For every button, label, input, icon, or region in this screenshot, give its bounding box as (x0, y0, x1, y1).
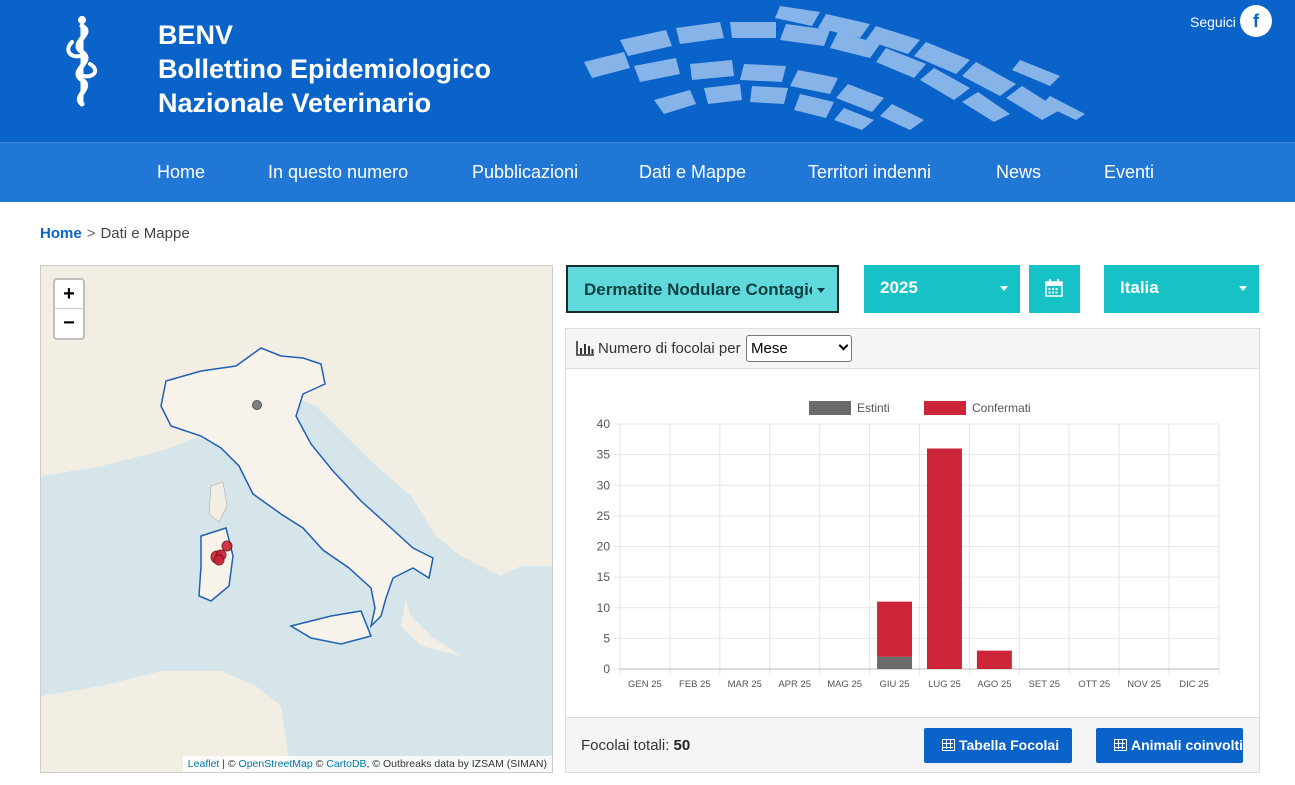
caduceus-icon[interactable] (60, 12, 104, 108)
cartodb-link[interactable]: CartoDB (326, 758, 366, 770)
outbreak-marker-confermato (213, 554, 225, 566)
y-tick-label: 20 (597, 540, 611, 554)
chevron-down-icon (838, 340, 849, 351)
region-dropdown-value: Italia (1120, 278, 1159, 297)
bar-confermati (926, 448, 962, 669)
bar-confermati (976, 650, 1012, 669)
chart-legend: Estinti Confermati (809, 401, 1031, 415)
nav-dati-e-mappe[interactable]: Dati e Mappe (639, 143, 746, 203)
y-tick-label: 30 (597, 478, 611, 492)
nav-in-questo-numero[interactable]: In questo numero (268, 143, 408, 203)
outbreak-marker-estinto (252, 400, 262, 410)
main-nav: Home In questo numero Pubblicazioni Dati… (0, 142, 1295, 202)
chevron-down-icon (1000, 286, 1008, 291)
map-canvas (41, 266, 552, 772)
outbreak-table-button[interactable]: Tabella Focolai (924, 728, 1072, 763)
total-outbreaks: Focolai totali: 50 (581, 737, 690, 754)
calendar-button[interactable] (1029, 265, 1080, 313)
breadcrumb-home[interactable]: Home (40, 225, 82, 242)
facebook-icon[interactable]: f (1240, 5, 1272, 37)
calendar-icon (1045, 279, 1063, 297)
nav-news[interactable]: News (996, 143, 1041, 203)
brand-line-3: Nazionale Veterinario (158, 88, 432, 118)
y-axis: 0 5 10 15 20 25 30 35 40 (597, 417, 611, 676)
bar-confermati (877, 601, 913, 657)
chevron-down-icon (817, 288, 825, 293)
group-by-select[interactable]: Mese (746, 335, 852, 362)
attribution-text: , © Outbreaks data by IZSAM (SIMAN) (366, 758, 547, 770)
x-tick-label: GIU 25 (879, 679, 909, 690)
chart-grid (614, 423, 1220, 675)
x-tick-label: NOV 25 (1127, 679, 1161, 690)
y-tick-label: 40 (597, 417, 611, 431)
leaflet-link[interactable]: Leaflet (188, 758, 220, 770)
x-tick-label: LUG 25 (928, 679, 961, 690)
year-dropdown[interactable]: 2025 (864, 265, 1020, 313)
map-attribution: Leaflet | © OpenStreetMap © CartoDB, © O… (182, 756, 552, 772)
animals-involved-label: Animali coinvolti (1131, 737, 1244, 753)
y-tick-label: 0 (603, 662, 610, 676)
table-icon (942, 739, 955, 751)
chart-title-prefix: Numero di focolai per (598, 340, 741, 357)
site-brand[interactable]: BENV Bollettino Epidemiologico Nazionale… (158, 18, 491, 120)
zoom-out-button[interactable]: − (55, 309, 83, 338)
panel-footer: Focolai totali: 50 Tabella Focolai Anima… (566, 717, 1259, 772)
y-tick-label: 35 (597, 448, 611, 462)
group-by-value: Mese (751, 340, 788, 357)
x-axis: GEN 25 FEB 25 MAR 25 APR 25 MAG 25 GIU 25 LUG … (628, 679, 1209, 690)
legend-label: Confermati (972, 401, 1031, 415)
y-tick-label: 5 (603, 631, 610, 645)
nav-pubblicazioni[interactable]: Pubblicazioni (472, 143, 578, 203)
outbreak-chart-panel: Numero di focolai per Mese Estinti Confer… (565, 328, 1260, 773)
year-dropdown-value: 2025 (880, 278, 918, 297)
x-tick-label: OTT 25 (1078, 679, 1110, 690)
attribution-separator: | © (219, 758, 239, 770)
header-decoration (584, 6, 1085, 130)
osm-link[interactable]: OpenStreetMap (239, 758, 313, 770)
x-tick-label: SET 25 (1029, 679, 1061, 690)
x-tick-label: AGO 25 (977, 679, 1011, 690)
breadcrumb-separator: > (86, 225, 96, 242)
region-dropdown[interactable]: Italia (1104, 265, 1259, 313)
x-tick-label: MAG 25 (827, 679, 862, 690)
zoom-control: + − (53, 278, 85, 340)
legend-swatch (924, 401, 966, 415)
attribution-separator: © (312, 758, 327, 770)
x-tick-label: MAR 25 (728, 679, 762, 690)
disease-dropdown-value: Dermatite Nodulare Contagiosa (584, 280, 812, 299)
animals-involved-button[interactable]: Animali coinvolti (1096, 728, 1243, 763)
y-tick-label: 10 (597, 601, 611, 615)
table-icon (1114, 739, 1127, 751)
breadcrumb-current: Dati e Mappe (100, 225, 190, 242)
x-tick-label: APR 25 (778, 679, 811, 690)
disease-dropdown[interactable]: Dermatite Nodulare Contagiosa (566, 265, 839, 313)
outbreak-map[interactable]: + − Leaflet | © OpenStreetMap © CartoDB,… (40, 265, 553, 773)
legend-label: Estinti (857, 401, 890, 415)
breadcrumb: Home > Dati e Mappe (40, 225, 190, 242)
panel-header: Numero di focolai per Mese (566, 329, 1259, 369)
bar-estinti (877, 656, 913, 669)
nav-eventi[interactable]: Eventi (1104, 143, 1154, 203)
site-header: BENV Bollettino Epidemiologico Nazionale… (0, 0, 1295, 142)
chart-bars (877, 448, 1012, 669)
zoom-in-button[interactable]: + (55, 280, 83, 309)
brand-line-2: Bollettino Epidemiologico (158, 54, 491, 84)
outbreak-marker-confermato (221, 540, 233, 552)
chevron-down-icon (1239, 286, 1247, 291)
brand-acronym: BENV (158, 20, 234, 50)
y-tick-label: 25 (597, 509, 611, 523)
nav-territori-indenni[interactable]: Territori indenni (808, 143, 931, 203)
bar-chart: Estinti Confermati 0 5 10 15 20 25 30 35 40 GEN 2… (597, 401, 1220, 690)
x-tick-label: FEB 25 (679, 679, 711, 690)
x-tick-label: GEN 25 (628, 679, 662, 690)
y-tick-label: 15 (597, 570, 611, 584)
follow-label: Seguici (1190, 14, 1236, 30)
total-label: Focolai totali: (581, 737, 670, 754)
x-tick-label: DIC 25 (1179, 679, 1209, 690)
legend-swatch (809, 401, 851, 415)
outbreak-table-label: Tabella Focolai (959, 737, 1060, 753)
total-value: 50 (673, 737, 691, 754)
bar-chart-icon (576, 341, 594, 356)
nav-home[interactable]: Home (157, 143, 205, 203)
